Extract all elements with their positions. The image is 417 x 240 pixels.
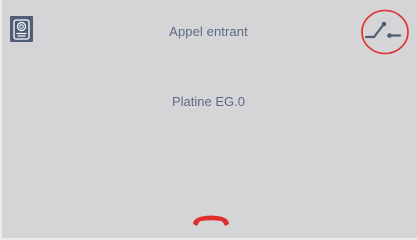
hang-up-phone-icon (189, 207, 233, 229)
station-name: Platine EG.0 (172, 94, 245, 109)
hang-up-button[interactable] (189, 207, 233, 229)
highlight-circle (361, 9, 409, 55)
door-opener-button[interactable] (360, 9, 410, 55)
incoming-call-screen: Appel entrant Platine EG.0 (0, 0, 417, 240)
page-title: Appel entrant (169, 24, 248, 39)
door-opener-switch-icon (364, 21, 402, 39)
